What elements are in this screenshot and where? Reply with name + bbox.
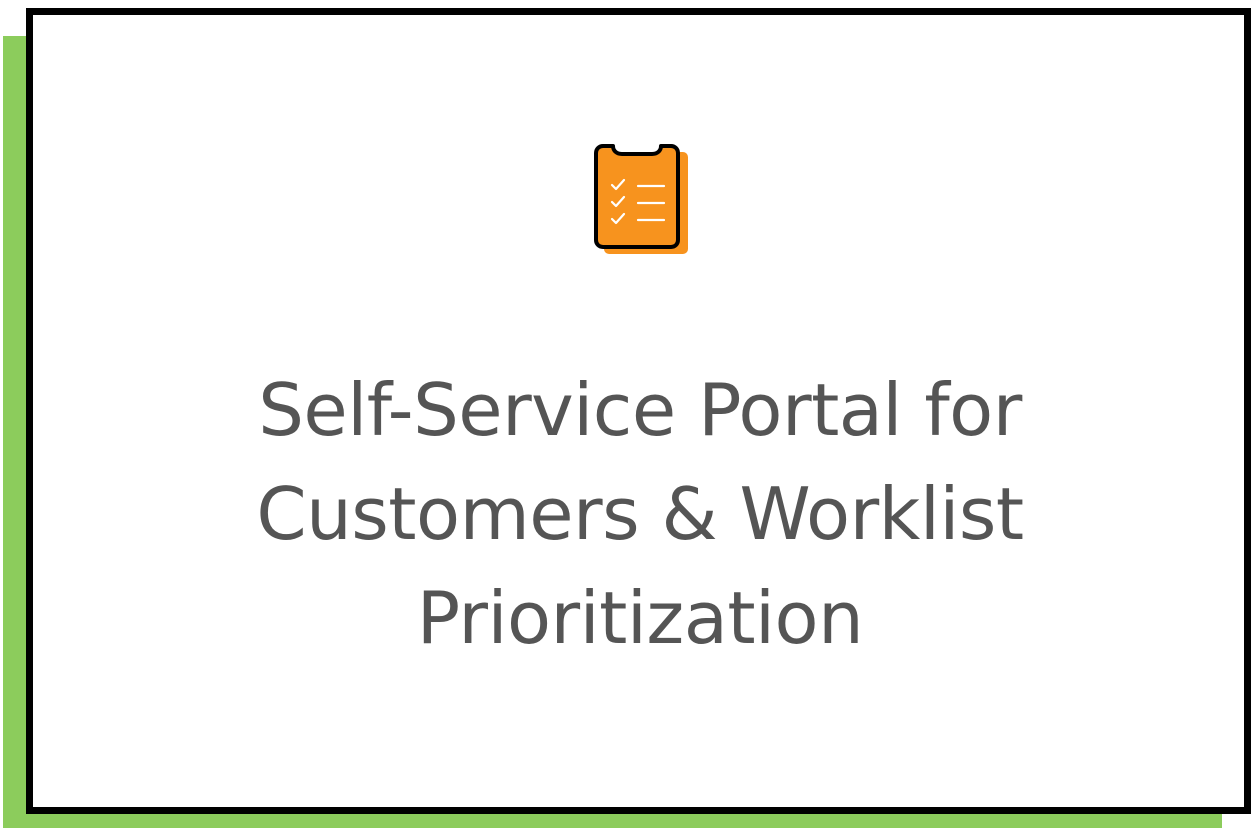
card-title-line: Self-Service Portal for — [258, 368, 1022, 452]
clipboard-checklist-icon — [594, 142, 690, 256]
card-title-line: Prioritization — [416, 576, 864, 660]
slide: Self-Service Portal for Customers & Work… — [0, 0, 1251, 828]
card-title-line: Customers & Worklist — [256, 472, 1024, 556]
card-title: Self-Service Portal for Customers & Work… — [140, 358, 1140, 670]
